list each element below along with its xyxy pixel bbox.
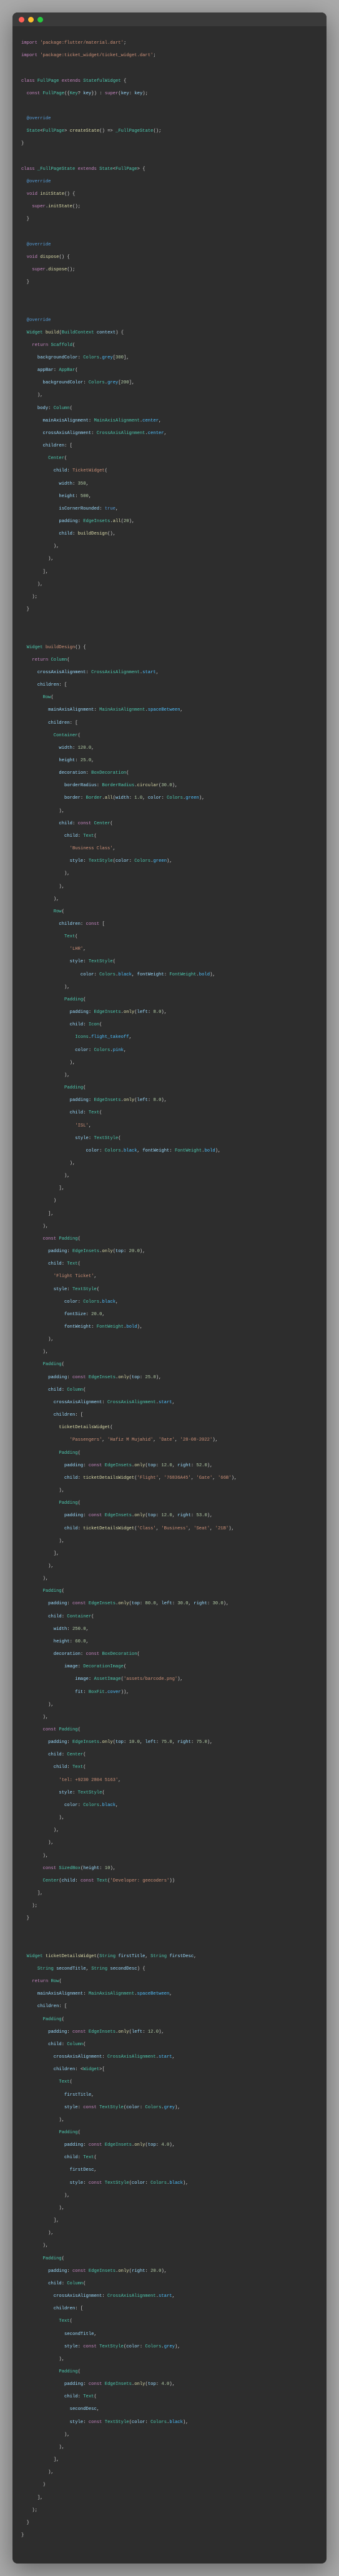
- minimize-icon[interactable]: [28, 17, 34, 22]
- editor-window: import 'package:flutter/material.dart'; …: [12, 12, 327, 2564]
- code-editor[interactable]: import 'package:flutter/material.dart'; …: [12, 26, 327, 2564]
- window-titlebar: [12, 12, 327, 26]
- maximize-icon[interactable]: [37, 17, 43, 22]
- close-icon[interactable]: [19, 17, 24, 22]
